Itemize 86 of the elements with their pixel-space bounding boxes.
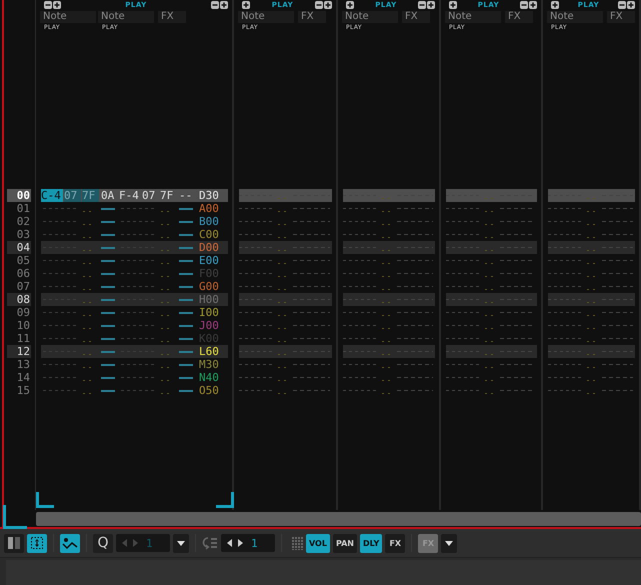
value-stepper[interactable]: 1 [221, 534, 275, 552]
column-name-field[interactable]: Note [445, 11, 501, 23]
column-name-field[interactable]: Note [40, 11, 96, 23]
row-number: 05 [16, 254, 31, 267]
effect-value[interactable]: J00 [199, 319, 219, 332]
effect-value[interactable]: D30 [199, 189, 219, 202]
column-name-field[interactable]: FX [158, 11, 186, 23]
effect-value[interactable]: A00 [199, 202, 219, 215]
row-number: 15 [16, 384, 31, 397]
dropdown-button[interactable] [441, 534, 458, 552]
selection-corner-icon [216, 492, 234, 508]
volume-value[interactable]: 7F [160, 189, 177, 202]
row-number: 00 [7, 189, 31, 202]
row-number: 14 [16, 371, 31, 384]
row-number: 01 [16, 202, 31, 215]
minus-icon[interactable] [314, 1, 323, 9]
plus-icon[interactable] [528, 1, 537, 9]
row-number: 12 [7, 345, 31, 358]
dropdown-button[interactable] [173, 534, 189, 552]
effect-value[interactable]: H00 [199, 293, 219, 306]
wrap-icon[interactable] [202, 536, 218, 550]
grid-icon[interactable] [292, 536, 303, 550]
effect-value[interactable]: B00 [199, 215, 219, 228]
column-toggle-button[interactable]: PAN [332, 534, 357, 552]
caret-icon [445, 540, 454, 546]
plus-icon[interactable] [346, 1, 354, 9]
column-name-field[interactable]: Note [547, 11, 603, 23]
selection-corner-icon [36, 492, 54, 508]
plus-icon[interactable] [242, 1, 250, 9]
column-name-field[interactable]: Note [98, 11, 154, 23]
horizontal-scrollbar[interactable] [36, 512, 641, 526]
minus-icon[interactable] [44, 1, 52, 9]
plus-icon[interactable] [551, 1, 559, 9]
delay-value[interactable]: -- [179, 189, 195, 202]
caret-icon [177, 540, 185, 546]
row-number: 04 [7, 241, 31, 254]
minus-icon[interactable] [418, 1, 426, 9]
expand-rows-button[interactable] [27, 534, 47, 552]
column-name-field[interactable]: Note [342, 11, 398, 23]
instrument-value[interactable]: 07 [142, 189, 159, 202]
row-number: 03 [16, 228, 31, 241]
delay-value[interactable]: 0A [101, 189, 117, 202]
column-toggle-button[interactable]: DLY [360, 534, 382, 552]
column-name-field[interactable]: FX [298, 11, 326, 23]
effect-value[interactable]: C00 [199, 228, 219, 241]
minus-icon[interactable] [520, 1, 528, 9]
row-number: 13 [16, 358, 31, 371]
effect-value[interactable]: G00 [199, 280, 219, 293]
effect-value[interactable]: L60 [199, 345, 219, 358]
minus-icon[interactable] [210, 1, 219, 9]
column-name-field[interactable]: Note [238, 11, 294, 23]
instrument-value[interactable]: 07 [64, 189, 81, 202]
row-number: 07 [16, 280, 31, 293]
row-number: 09 [16, 306, 31, 319]
effect-value[interactable]: E00 [199, 254, 219, 267]
column-toggle-button[interactable]: FX [385, 534, 406, 552]
plus-icon[interactable] [449, 1, 457, 9]
effect-value[interactable]: O50 [199, 384, 219, 397]
row-number: 06 [16, 267, 31, 280]
effect-value[interactable]: I00 [199, 306, 219, 319]
column-name-field[interactable]: FX [505, 11, 533, 23]
row-number: 11 [16, 332, 31, 345]
selection-corner-icon [3, 505, 27, 529]
row-number: 10 [16, 319, 31, 332]
note-value[interactable]: C-4 [41, 189, 63, 202]
note-value[interactable]: F-4 [119, 189, 141, 202]
plus-icon[interactable] [426, 1, 435, 9]
arrows-icon [227, 539, 243, 547]
column-toggle-button[interactable]: VOL [306, 534, 330, 552]
minus-icon[interactable] [618, 1, 626, 9]
plus-icon[interactable] [626, 1, 635, 9]
plus-icon[interactable] [324, 1, 332, 9]
row-number: 08 [7, 293, 31, 306]
effect-value[interactable]: D00 [199, 241, 219, 254]
plus-icon[interactable] [53, 1, 61, 9]
volume-value[interactable]: 7F [82, 189, 99, 202]
arrows-icon [122, 539, 138, 547]
plus-icon[interactable] [220, 1, 228, 9]
effect-value[interactable]: M30 [199, 358, 219, 371]
column-name-field[interactable]: FX [607, 11, 635, 23]
column-name-field[interactable]: FX [402, 11, 430, 23]
split-view-button[interactable] [4, 534, 24, 552]
quantize-button[interactable]: Q [93, 534, 113, 552]
row-number: 02 [16, 215, 31, 228]
automation-button[interactable] [60, 534, 80, 552]
effect-value[interactable]: N40 [199, 371, 219, 384]
